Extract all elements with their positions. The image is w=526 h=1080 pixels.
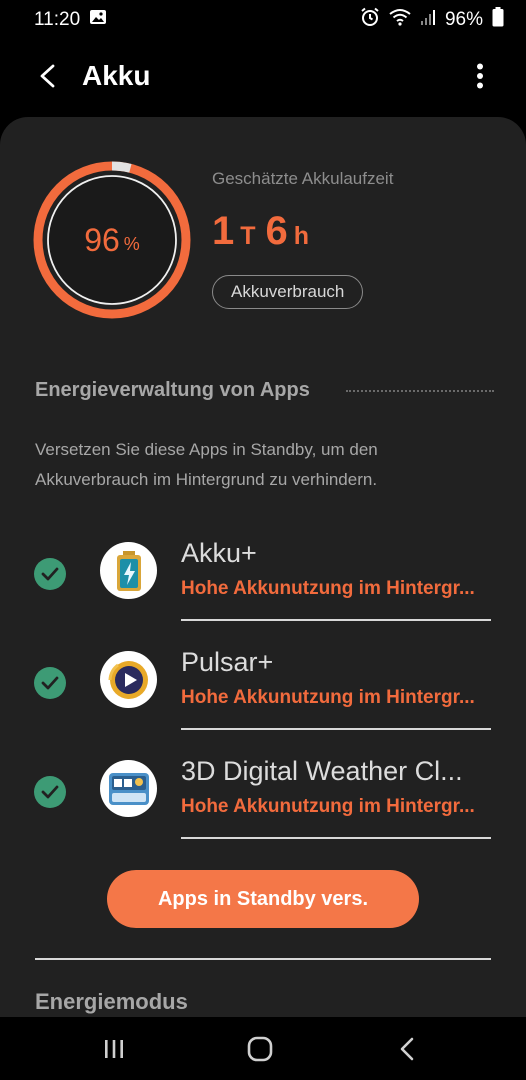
more-options-button[interactable] bbox=[466, 58, 494, 94]
checkbox-checked-icon[interactable] bbox=[34, 667, 66, 699]
section-divider bbox=[35, 958, 491, 960]
list-item[interactable]: Akku+ Hohe Akkunutzung im Hintergr... bbox=[0, 530, 526, 638]
runtime-days: 1 bbox=[212, 209, 235, 253]
home-button[interactable] bbox=[240, 1031, 280, 1067]
back-chevron-icon bbox=[400, 1037, 414, 1061]
system-nav-bar bbox=[0, 1017, 526, 1080]
page-title: Akku bbox=[82, 60, 151, 91]
power-management-description: Versetzen Sie diese Apps in Standby, um … bbox=[35, 440, 378, 489]
power-management-title: Energieverwaltung von Apps bbox=[35, 379, 310, 401]
recent-apps-icon bbox=[105, 1040, 123, 1058]
app-status: Hohe Akkunutzung im Hintergr... bbox=[181, 578, 475, 599]
battery-usage-button[interactable]: Akkuverbrauch bbox=[212, 275, 364, 309]
list-item[interactable]: Pulsar+ Hohe Akkunutzung im Hintergr... bbox=[0, 639, 526, 747]
more-vert-icon bbox=[477, 63, 483, 89]
checkbox-checked-icon[interactable] bbox=[34, 776, 66, 808]
list-item[interactable]: 3D Digital Weather Cl... Hohe Akkunutzun… bbox=[0, 748, 526, 856]
weather-clock-app-icon bbox=[100, 760, 157, 817]
app-name: Pulsar+ bbox=[181, 647, 274, 677]
put-apps-in-standby-button[interactable]: Apps in Standby vers. bbox=[107, 870, 419, 928]
status-bar: 11:20 96% bbox=[0, 0, 526, 40]
pulsar-app-icon bbox=[100, 651, 157, 708]
runtime-hours: 6 bbox=[265, 209, 288, 253]
battery-percent-number: 96 bbox=[84, 221, 120, 258]
row-divider bbox=[181, 619, 491, 621]
app-status: Hohe Akkunutzung im Hintergr... bbox=[181, 687, 475, 708]
back-arrow-icon bbox=[40, 64, 55, 88]
home-icon bbox=[247, 1036, 273, 1062]
battery-percent-unit: % bbox=[123, 233, 140, 254]
battery-app-icon bbox=[100, 542, 157, 599]
alarm-icon bbox=[360, 7, 380, 33]
power-mode-section-title[interactable]: Energiemodus bbox=[35, 989, 188, 1015]
app-name: 3D Digital Weather Cl... bbox=[181, 756, 463, 786]
image-notification-icon bbox=[89, 9, 107, 31]
recent-apps-button[interactable] bbox=[94, 1031, 134, 1067]
row-divider bbox=[181, 728, 491, 730]
nav-back-button[interactable] bbox=[387, 1031, 427, 1067]
section-dotted-divider bbox=[346, 390, 494, 392]
signal-icon bbox=[420, 8, 436, 32]
back-button[interactable] bbox=[30, 58, 66, 94]
runtime-hours-unit: h bbox=[293, 222, 310, 250]
app-name: Akku+ bbox=[181, 538, 257, 568]
battery-icon bbox=[492, 7, 504, 33]
app-status: Hohe Akkunutzung im Hintergr... bbox=[181, 796, 475, 817]
runtime-days-unit: T bbox=[240, 222, 256, 250]
estimated-runtime-label: Geschätzte Akkulaufzeit bbox=[212, 169, 394, 188]
app-bar: Akku bbox=[0, 40, 526, 116]
row-divider bbox=[181, 837, 491, 839]
battery-percent-text: 96% bbox=[444, 9, 483, 30]
checkbox-checked-icon[interactable] bbox=[34, 558, 66, 590]
status-time: 11:20 bbox=[34, 9, 81, 30]
estimated-runtime-value: 1 T 6 h bbox=[212, 209, 319, 254]
wifi-icon bbox=[389, 8, 411, 32]
battery-card: 96 % Geschätzte Akkulaufzeit 1 T 6 h Akk… bbox=[0, 117, 526, 1017]
battery-percent-display: 96 % bbox=[32, 160, 192, 320]
